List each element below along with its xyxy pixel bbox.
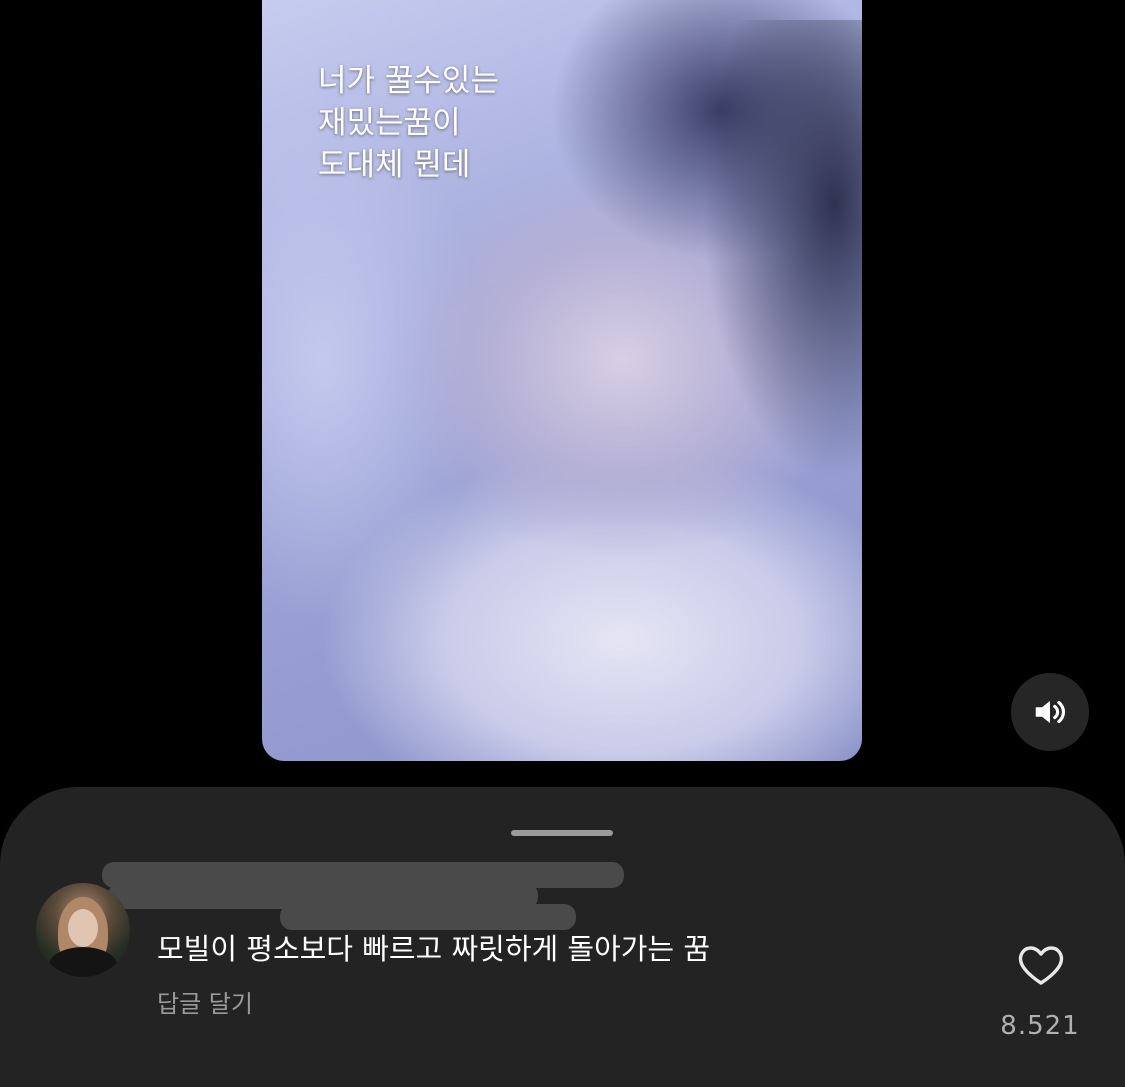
comments-sheet: 모빌이 평소보다 빠르고 짜릿하게 돌아가는 꿈 답글 달기 8.521: [0, 787, 1125, 1087]
reply-button[interactable]: 답글 달기: [157, 987, 253, 1021]
speaker-volume-icon: [1035, 700, 1066, 724]
like-count: 8.521: [1000, 1011, 1080, 1041]
sound-toggle-button[interactable]: [1011, 673, 1089, 751]
like-button[interactable]: [1014, 937, 1068, 991]
heart-outline-icon: [1018, 946, 1064, 985]
comment-text: 모빌이 평소보다 빠르고 짜릿하게 돌아가는 꿈: [157, 932, 711, 966]
avatar[interactable]: [36, 883, 130, 977]
baby-photo-shading: [702, 20, 862, 480]
video-player[interactable]: 너가 꿀수있는 재밌는꿈이 도대체 뭔데: [262, 0, 862, 761]
redacted-username-3: [280, 904, 576, 930]
video-caption: 너가 꿀수있는 재밌는꿈이 도대체 뭔데: [318, 63, 499, 183]
sheet-drag-handle[interactable]: [511, 830, 613, 836]
